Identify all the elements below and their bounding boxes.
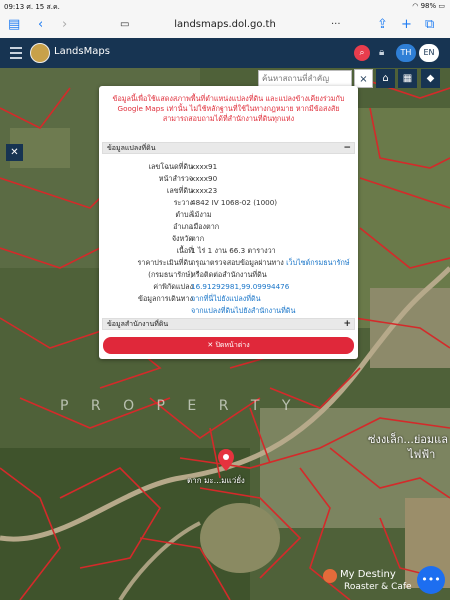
row-label: ระวาง bbox=[173, 198, 193, 207]
row-label: เลขที่ดิน bbox=[166, 186, 193, 195]
row-value: ไม้งาม bbox=[191, 210, 212, 219]
parcel-info-popup: ข้อมูลนี้เพื่อใช้แสดงสภาพพื้นที่ตำแหน่งแ… bbox=[99, 86, 358, 359]
grid-icon[interactable]: ▦ bbox=[398, 69, 417, 88]
treasury-website-link[interactable]: เว็บไซต์กรมธนารักษ์ bbox=[286, 258, 349, 267]
chat-icon[interactable]: ••• bbox=[417, 566, 445, 594]
address-bar[interactable]: landsmaps.dol.go.th bbox=[120, 15, 330, 34]
row-value: xxxx91 bbox=[191, 162, 218, 171]
landsmaps-logo bbox=[30, 43, 50, 63]
row-value: xxxx23 bbox=[191, 186, 218, 195]
brand-line-1: My Destiny bbox=[340, 569, 396, 580]
nav-to-office-link[interactable]: จากแปลงที่ดินไปยังสำนักงานที่ดิน bbox=[191, 306, 351, 317]
lang-th-button[interactable]: TH bbox=[396, 44, 416, 62]
sidebar-icon[interactable]: ▤ bbox=[8, 16, 20, 34]
price-note-2: หรือติดต่อสำนักงานที่ดิน bbox=[191, 270, 267, 279]
close-button-label: ปิดหน้าต่าง bbox=[215, 341, 250, 349]
expand-icon[interactable]: + bbox=[343, 319, 351, 329]
wifi-icon: ◠ bbox=[412, 2, 419, 10]
close-x-icon: ✕ bbox=[207, 341, 214, 349]
price-label-2: (กรมธนารักษ์) bbox=[148, 270, 193, 279]
new-tab-icon[interactable]: + bbox=[401, 16, 412, 34]
location-pin-icon[interactable] bbox=[217, 449, 235, 471]
status-bar: 09:13 ศ. 15 ส.ค. ◠ 98% ▭ bbox=[0, 0, 450, 12]
row-value: 4842 IV 1068-02 (1000) bbox=[191, 198, 278, 207]
map-label-road2: ไฟฟ้า bbox=[408, 448, 436, 461]
price-note: กรุณาตรวจสอบข้อมูลผ่านทาง bbox=[191, 258, 284, 267]
back-icon[interactable]: ‹ bbox=[38, 16, 43, 34]
tools-icon[interactable]: ✕ bbox=[6, 144, 23, 161]
pin-label: ตาก มะ...มแว่ยั่ง bbox=[187, 476, 245, 485]
row-label: ตำบล bbox=[175, 210, 193, 219]
price-label-1: ราคาประเมินที่ดิน bbox=[137, 258, 193, 267]
disclaimer-notice: ข้อมูลนี้เพื่อใช้แสดงสภาพพื้นที่ตำแหน่งแ… bbox=[112, 94, 345, 123]
collapse-icon[interactable]: − bbox=[343, 143, 351, 153]
nav-to-parcel-link[interactable]: จากที่นี่ไปยังแปลงที่ดิน bbox=[191, 294, 351, 305]
lang-en-button[interactable]: EN bbox=[419, 44, 439, 62]
close-search-icon[interactable]: × bbox=[354, 69, 373, 88]
home-icon[interactable]: ⌂ bbox=[376, 69, 395, 88]
section-parcel-header[interactable]: ข้อมูลแปลงที่ดิน − bbox=[102, 142, 355, 154]
row-value: xxxx90 bbox=[191, 174, 218, 183]
nav-label: ข้อมูลการเดินทาง bbox=[138, 294, 193, 303]
place-search-input[interactable]: ค้นหาสถานที่สำคัญ bbox=[258, 70, 352, 87]
close-window-button[interactable]: ✕ ปิดหน้าต่าง bbox=[103, 337, 354, 354]
section-parcel-title: ข้อมูลแปลงที่ดิน bbox=[107, 144, 156, 152]
row-label: หน้าสำรวจ bbox=[158, 174, 193, 183]
map-watermark: P R O P E R T Y bbox=[60, 398, 300, 414]
forward-icon[interactable]: › bbox=[62, 16, 67, 34]
row-value: ตาก bbox=[191, 234, 205, 243]
browser-toolbar: ▤ ‹ › ▭ landsmaps.dol.go.th ··· ⇪ + ⧉ bbox=[0, 12, 450, 39]
lock-icon[interactable]: 🔒︎ bbox=[379, 47, 384, 58]
app-title: LandsMaps bbox=[54, 46, 110, 57]
more-icon[interactable]: ··· bbox=[331, 16, 341, 34]
row-label: อำเภอ bbox=[173, 222, 193, 231]
search-icon[interactable]: ⌕ bbox=[354, 45, 370, 61]
coord-label: ค่าพิกัดแปลง bbox=[153, 282, 193, 291]
status-date: ศ. 15 ส.ค. bbox=[26, 3, 60, 11]
row-label: จังหวัด bbox=[171, 234, 193, 243]
section-office-header[interactable]: ข้อมูลสำนักงานที่ดิน + bbox=[102, 318, 355, 330]
my-destiny-watermark: My Destiny Roaster & Cafe bbox=[323, 569, 412, 592]
row-value: เมืองตาก bbox=[191, 222, 220, 231]
share-icon[interactable]: ⇪ bbox=[377, 16, 388, 34]
app-header: LandsMaps ⌕ 🔒︎ TH EN bbox=[0, 38, 450, 68]
row-label: เลขโฉนดที่ดิน bbox=[148, 162, 193, 171]
battery-percent: 98% bbox=[420, 2, 437, 10]
coord-value-link[interactable]: 16.91292981,99.09994476 bbox=[191, 282, 351, 291]
section-office-title: ข้อมูลสำนักงานที่ดิน bbox=[107, 320, 169, 328]
url-text: landsmaps.dol.go.th bbox=[174, 19, 276, 30]
layers-icon[interactable]: ◆ bbox=[421, 69, 440, 88]
battery-icon: ▭ bbox=[438, 2, 445, 10]
row-value: 1 ไร่ 1 งาน 66.3 ตารางวา bbox=[191, 246, 276, 255]
menu-icon[interactable] bbox=[10, 47, 22, 62]
tabs-icon[interactable]: ⧉ bbox=[425, 16, 434, 34]
brand-line-2: Roaster & Cafe bbox=[344, 582, 412, 592]
row-label: เนื้อที่ bbox=[176, 246, 193, 255]
status-time: 09:13 bbox=[4, 3, 25, 11]
